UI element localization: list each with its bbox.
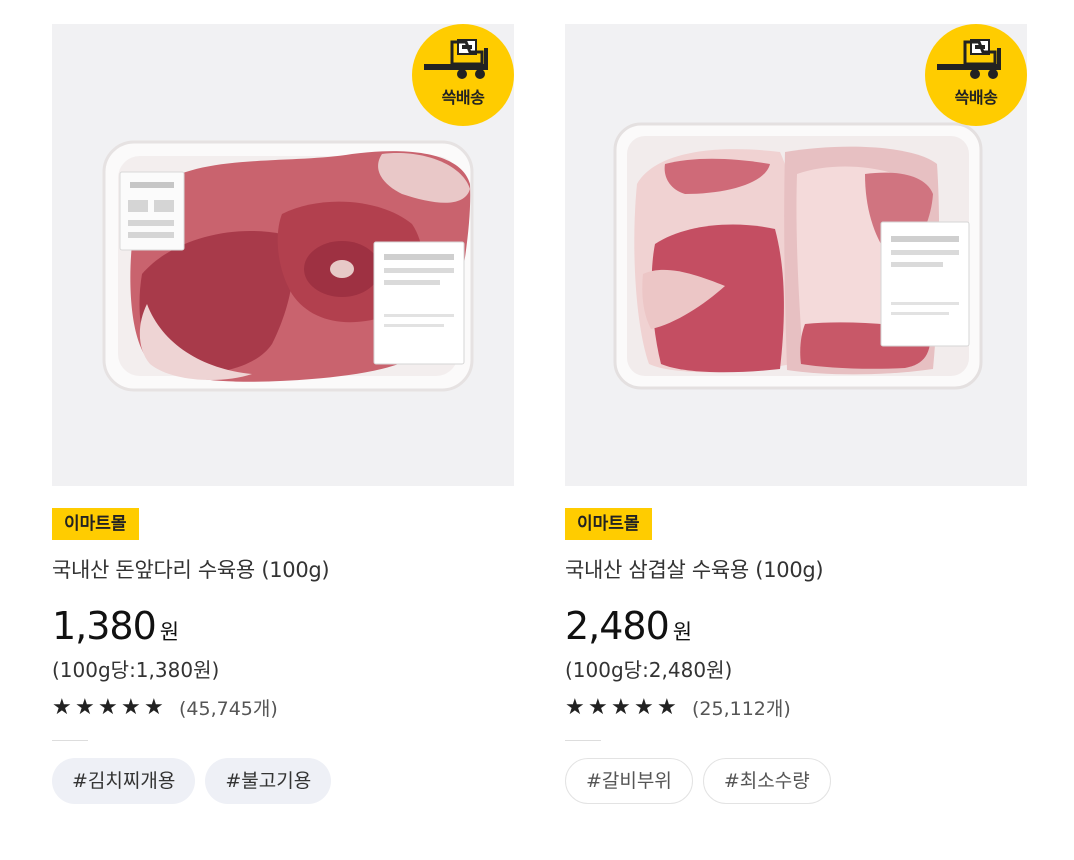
product-card[interactable]: 쓱배송 이마트몰 국내산 삼겹살 수육용 (100g) 2,480 원 (100g…	[565, 24, 1027, 804]
review-count: (45,745개)	[179, 698, 278, 720]
hashtag-chip[interactable]: #갈비부위	[565, 758, 693, 804]
star-rating: ★ ★ ★ ★ ★	[565, 694, 680, 720]
divider	[565, 740, 601, 741]
star-icon: ★	[634, 694, 654, 720]
star-icon: ★	[657, 694, 677, 720]
currency-unit: 원	[159, 620, 180, 644]
tag-list: #갈비부위 #최소수량	[565, 758, 831, 804]
product-card[interactable]: 쓱배송 이마트몰 국내산 돈앞다리 수육용 (100g) 1,380 원 (100…	[52, 24, 514, 804]
price: 2,480	[565, 604, 670, 648]
ssg-badge-label: 쓱배송	[954, 88, 998, 107]
product-image[interactable]: 쓱배송	[565, 24, 1027, 486]
product-title[interactable]: 국내산 돈앞다리 수육용 (100g)	[52, 554, 330, 584]
price-row: 1,380 원	[52, 604, 179, 648]
star-icon: ★	[75, 694, 95, 720]
mall-tag: 이마트몰	[52, 508, 139, 540]
star-icon: ★	[98, 694, 118, 720]
product-title[interactable]: 국내산 삼겹살 수육용 (100g)	[565, 554, 824, 584]
ssg-delivery-badge: 쓱배송	[925, 24, 1027, 126]
star-rating: ★ ★ ★ ★ ★	[52, 694, 167, 720]
star-icon: ★	[121, 694, 141, 720]
star-icon: ★	[52, 694, 72, 720]
review-count: (25,112개)	[692, 698, 791, 720]
rating-row: ★ ★ ★ ★ ★ (25,112개)	[565, 694, 791, 721]
ssg-delivery-badge: 쓱배송	[412, 24, 514, 126]
unit-price: (100g당:2,480원)	[565, 658, 733, 682]
star-icon: ★	[588, 694, 608, 720]
tag-list: #김치찌개용 #불고기용	[52, 758, 332, 804]
star-icon: ★	[611, 694, 631, 720]
unit-price: (100g당:1,380원)	[52, 658, 220, 682]
ssg-badge-label: 쓱배송	[441, 88, 485, 107]
product-image[interactable]: 쓱배송	[52, 24, 514, 486]
price-row: 2,480 원	[565, 604, 692, 648]
rating-row: ★ ★ ★ ★ ★ (45,745개)	[52, 694, 278, 721]
hashtag-chip[interactable]: #김치찌개용	[52, 758, 196, 804]
price: 1,380	[52, 604, 157, 648]
hashtag-chip[interactable]: #최소수량	[702, 758, 831, 804]
currency-unit: 원	[672, 620, 693, 644]
mall-tag: 이마트몰	[565, 508, 652, 540]
star-icon: ★	[565, 694, 585, 720]
hashtag-chip[interactable]: #불고기용	[205, 758, 332, 804]
star-icon: ★	[144, 694, 164, 720]
forklift-truck-icon	[937, 39, 1001, 79]
divider	[52, 740, 88, 741]
forklift-truck-icon	[424, 39, 488, 79]
